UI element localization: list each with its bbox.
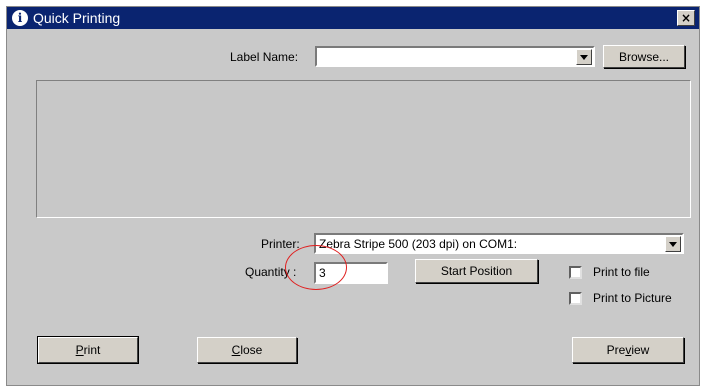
window-title: Quick Printing [33,10,121,26]
printer-label: Printer: [261,237,300,251]
print-to-picture-label: Print to Picture [593,291,672,305]
printer-combobox[interactable]: Zebra Stripe 500 (203 dpi) on COM1: [314,233,684,254]
print-hotkey: P [75,343,84,357]
browse-button[interactable]: Browse... [603,45,685,68]
close-label-rest: lose [240,343,263,357]
chevron-down-icon[interactable] [576,49,592,65]
printer-value: Zebra Stripe 500 (203 dpi) on COM1: [319,237,518,251]
print-to-file-label: Print to file [593,265,650,279]
quick-printing-dialog: i Quick Printing × Label Name: Browse...… [6,6,700,386]
close-window-button[interactable]: × [677,10,695,26]
close-button[interactable]: Close [197,337,297,363]
preview-label-pre: Pre [606,343,626,357]
preview-label-rest: iew [631,343,650,357]
print-button[interactable]: Print [37,336,139,364]
label-name-combobox[interactable] [315,46,595,67]
label-preview-area [36,80,691,218]
info-icon: i [12,10,28,26]
print-to-picture-checkbox[interactable] [569,292,582,305]
annotation-circle [285,245,347,290]
preview-button[interactable]: Preview [572,337,684,363]
print-to-file-checkbox[interactable] [569,266,582,279]
label-name-label: Label Name: [230,50,299,64]
title-bar[interactable]: i Quick Printing × [7,7,699,29]
print-label-rest: rint [83,343,101,357]
chevron-down-icon[interactable] [665,236,681,252]
start-position-button[interactable]: Start Position [415,259,538,283]
